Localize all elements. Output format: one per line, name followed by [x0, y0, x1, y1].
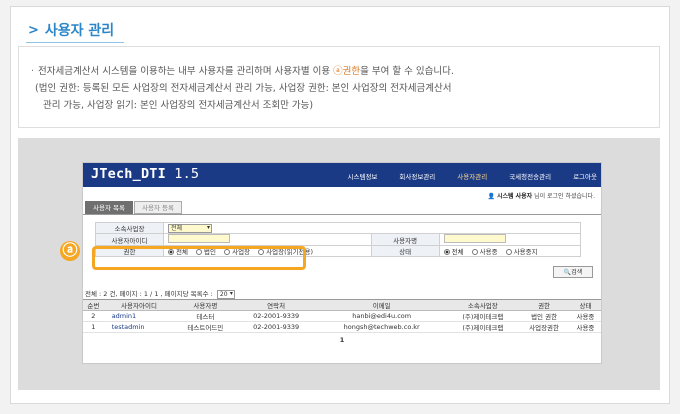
table-row[interactable]: 1 testadmin 테스트어드민 02-2001-9339 hongsh@t… [83, 321, 601, 333]
pagination[interactable]: 1 [83, 336, 601, 344]
nav-logout[interactable]: 로그아웃 [573, 171, 597, 181]
col-userid: 사용자아이디 [103, 299, 175, 311]
site-label: 소속사업장 [95, 222, 164, 234]
tab-bar: 사용자 목록 사용자 등록 [85, 201, 183, 214]
login-status: 👤 시스템 사용자 님이 로그인 하셨습니다. [487, 193, 595, 200]
title-underline [26, 42, 124, 43]
notice-line-3: 관리 가능, 사업장 읽기: 본인 사업장의 전자세금계산서 조회만 가능) [43, 100, 314, 111]
app-logo: JTech_DTI 1.5 [91, 166, 200, 182]
page-size-select[interactable]: 20 [216, 289, 235, 299]
col-email: 이메일 [315, 299, 448, 311]
radio-icon [505, 249, 512, 255]
page-title: > 사용자 관리 [28, 20, 114, 40]
col-status: 상태 [569, 299, 601, 311]
col-phone: 연락처 [236, 299, 316, 311]
col-permission: 권한 [518, 299, 570, 311]
user-icon: 👤 [487, 193, 496, 200]
username-label: 사용자명 [370, 233, 440, 246]
notice-box: · 전자세금계산서 시스템을 이용하는 내부 사용자를 관리하며 사용자별 이용 … [18, 46, 660, 128]
user-table: 순번 사용자아이디 사용자명 연락처 이메일 소속사업장 권한 상태 2 adm… [83, 299, 601, 333]
userid-label: 사용자아이디 [95, 233, 164, 246]
col-username: 사용자명 [174, 299, 237, 311]
search-button[interactable]: 🔍검색 [553, 266, 593, 278]
col-site: 소속사업장 [447, 299, 519, 311]
permission-highlight-box [92, 246, 306, 270]
tab-divider [83, 214, 601, 215]
username-input[interactable] [443, 234, 506, 243]
status-radios: 전체 사용중 사용중지 [438, 245, 582, 257]
status-radio-active[interactable]: 사용중 [471, 246, 498, 256]
col-no: 순번 [83, 299, 104, 311]
chevron-right-icon: > [28, 22, 39, 38]
notice-line-2: (법인 권한: 등록된 모든 사업장의 전자세금계산서 관리 가능, 사업장 권… [35, 83, 452, 94]
site-select[interactable]: 전체 [168, 223, 212, 233]
nav-user-management[interactable]: 사용자관리 [457, 171, 487, 181]
tab-user-register[interactable]: 사용자 등록 [133, 201, 182, 214]
permission-highlight: ⓐ권한 [333, 66, 361, 77]
radio-icon [471, 249, 478, 255]
notice-line-1: · 전자세금계산서 시스템을 이용하는 내부 사용자를 관리하며 사용자별 이용 … [31, 66, 454, 77]
nav-system-info[interactable]: 시스템정보 [348, 171, 378, 181]
nav-nts-transfer[interactable]: 국세청전송관리 [509, 171, 551, 181]
radio-checked-icon [443, 249, 450, 255]
callout-marker: ⓐ [60, 241, 80, 261]
app-nav: 시스템정보 회사정보관리 사용자관리 국세청전송관리 로그아웃 [326, 171, 598, 181]
status-radio-all[interactable]: 전체 [443, 246, 464, 256]
userid-link[interactable]: admin1 [103, 310, 175, 322]
userid-input[interactable] [168, 234, 230, 243]
userid-link[interactable]: testadmin [103, 321, 175, 333]
bullet-icon: · [31, 66, 35, 77]
app-topbar: JTech_DTI 1.5 시스템정보 회사정보관리 사용자관리 국세청전송관리… [83, 163, 601, 187]
status-radio-suspended[interactable]: 사용중지 [505, 246, 538, 256]
page-title-text: 사용자 관리 [44, 23, 115, 39]
status-label: 상태 [370, 245, 440, 257]
table-row[interactable]: 2 admin1 테스터 02-2001-9339 hanbi@edi4u.co… [83, 310, 601, 322]
tab-user-list[interactable]: 사용자 목록 [85, 201, 133, 214]
result-summary: 전체 : 2 건, 페이지 : 1 / 1 , 페이지당 목록수 : 20 [85, 288, 235, 299]
table-header: 순번 사용자아이디 사용자명 연락처 이메일 소속사업장 권한 상태 [83, 299, 601, 311]
nav-company-info[interactable]: 회사정보관리 [399, 171, 435, 181]
